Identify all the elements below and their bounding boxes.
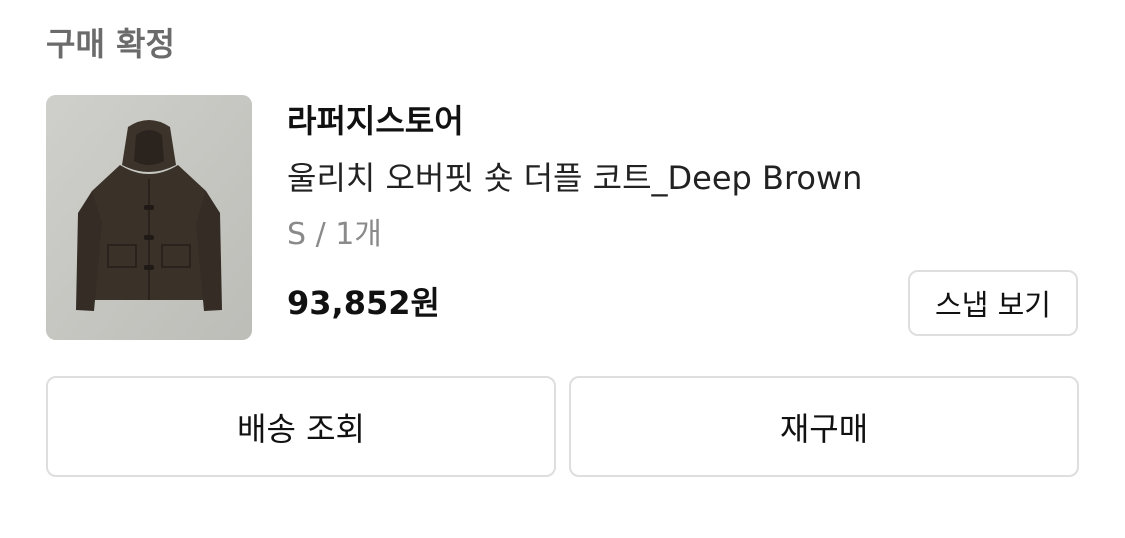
hooded-coat-icon	[46, 95, 252, 340]
product-info: 라퍼지스토어 울리치 오버핏 숏 더플 코트_Deep Brown S / 1개	[287, 96, 1087, 260]
track-delivery-button[interactable]: 배송 조회	[46, 376, 556, 477]
brand-name[interactable]: 라퍼지스토어	[287, 96, 1087, 146]
rebuy-button[interactable]: 재구매	[569, 376, 1079, 477]
view-snap-button[interactable]: 스냅 보기	[908, 270, 1078, 336]
product-image[interactable]	[46, 95, 252, 340]
product-price: 93,852원	[287, 284, 440, 322]
product-option: S / 1개	[287, 217, 382, 252]
product-name[interactable]: 울리치 오버핏 숏 더플 코트_Deep Brown	[287, 153, 1087, 203]
order-status-title: 구매 확정	[46, 25, 175, 63]
